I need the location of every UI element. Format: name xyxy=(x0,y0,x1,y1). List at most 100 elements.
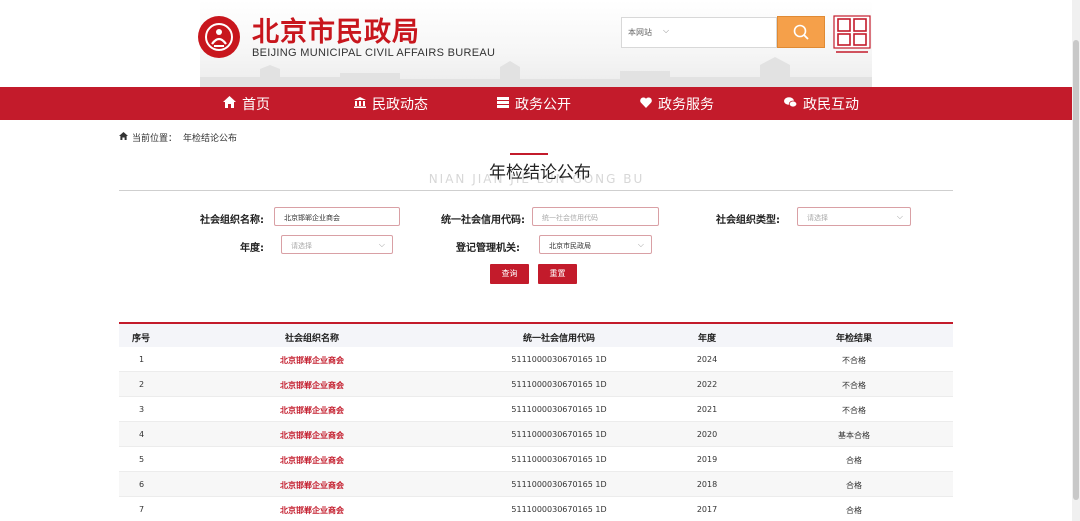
query-button[interactable]: 查询 xyxy=(490,264,529,284)
org-type-select[interactable]: 请选择 ⌵ xyxy=(797,207,911,226)
nav-item-label: 首页 xyxy=(242,96,270,113)
table-header: 序号 社会组织名称 统一社会信用代码 年度 年检结果 xyxy=(119,324,953,347)
row-credit-code: 5111000030670165 1D xyxy=(511,505,607,514)
nav-item-label: 政务服务 xyxy=(658,96,714,113)
main-nav: 首页 民政动态 政务公开 政务服务 政民互动 xyxy=(0,87,1080,120)
page: 北京市民政局 BEIJING MUNICIPAL CIVIL AFFAIRS B… xyxy=(0,0,1080,521)
page-title: 年检结论公布 xyxy=(489,163,591,183)
table-row: 6 北京邯郸企业商会 5111000030670165 1D 2018 合格 xyxy=(119,472,953,497)
row-result: 合格 xyxy=(846,481,862,490)
row-year: 2021 xyxy=(696,405,718,414)
registry-select-value: 北京市民政局 xyxy=(549,242,591,250)
table-row: 1 北京邯郸企业商会 5111000030670165 1D 2024 不合格 xyxy=(119,347,953,372)
row-org-name-link[interactable]: 北京邯郸企业商会 xyxy=(280,430,344,441)
site-header: 北京市民政局 BEIJING MUNICIPAL CIVIL AFFAIRS B… xyxy=(0,0,1080,87)
row-result: 不合格 xyxy=(842,381,866,390)
nav-item-public[interactable]: 政务公开 xyxy=(497,87,571,120)
registry-select[interactable]: 北京市民政局 ⌵ xyxy=(539,235,652,254)
chevron-down-icon: ⌵ xyxy=(378,240,385,249)
bureau-emblem-icon[interactable] xyxy=(198,16,240,58)
column-header-year: 年度 xyxy=(697,334,717,344)
beijing-capital-logo-icon[interactable] xyxy=(832,14,872,56)
row-no: 1 xyxy=(139,355,145,364)
row-year: 2017 xyxy=(696,505,718,514)
row-result: 基本合格 xyxy=(838,431,870,440)
row-no: 4 xyxy=(139,430,145,439)
row-year: 2018 xyxy=(696,480,718,489)
page-scrollbar[interactable] xyxy=(1072,0,1080,521)
column-header-name: 社会组织名称 xyxy=(284,334,340,344)
search-scope-select[interactable]: 本网站 xyxy=(628,27,652,38)
row-result: 不合格 xyxy=(842,406,866,415)
row-year: 2020 xyxy=(696,430,718,439)
search-input[interactable]: 本网站 ⌵ xyxy=(621,17,777,48)
row-result: 合格 xyxy=(846,456,862,465)
row-credit-code: 5111000030670165 1D xyxy=(511,380,607,389)
row-org-name-link[interactable]: 北京邯郸企业商会 xyxy=(280,380,344,391)
title-accent-bar xyxy=(510,153,548,155)
column-header-result: 年检结果 xyxy=(835,334,873,344)
search-button[interactable] xyxy=(777,16,825,48)
row-credit-code: 5111000030670165 1D xyxy=(511,455,607,464)
row-org-name-link[interactable]: 北京邯郸企业商会 xyxy=(280,505,344,516)
table-row: 7 北京邯郸企业商会 5111000030670165 1D 2017 合格 xyxy=(119,497,953,521)
list-icon xyxy=(497,96,509,111)
home-icon xyxy=(223,96,236,111)
row-org-name-link[interactable]: 北京邯郸企业商会 xyxy=(280,405,344,416)
column-header-code: 统一社会信用代码 xyxy=(522,334,596,344)
row-no: 2 xyxy=(139,380,145,389)
nav-item-news[interactable]: 民政动态 xyxy=(354,87,428,120)
row-no: 7 xyxy=(139,505,145,514)
year-select[interactable]: 请选择 ⌵ xyxy=(281,235,393,254)
table-row: 4 北京邯郸企业商会 5111000030670165 1D 2020 基本合格 xyxy=(119,422,953,447)
row-result: 不合格 xyxy=(842,356,866,365)
credit-code-label: 统一社会信用代码: xyxy=(441,215,525,226)
chevron-down-icon: ⌵ xyxy=(896,212,903,221)
row-credit-code: 5111000030670165 1D xyxy=(511,480,607,489)
table-row: 5 北京邯郸企业商会 5111000030670165 1D 2019 合格 xyxy=(119,447,953,472)
title-divider xyxy=(119,190,953,191)
breadcrumb-current[interactable]: 年检结论公布 xyxy=(183,131,237,144)
nav-item-label: 政务公开 xyxy=(515,96,571,113)
scrollbar-thumb[interactable] xyxy=(1073,40,1079,500)
row-year: 2019 xyxy=(696,455,718,464)
row-org-name-link[interactable]: 北京邯郸企业商会 xyxy=(280,355,344,366)
chevron-down-icon: ⌵ xyxy=(663,26,670,35)
credit-code-input[interactable]: 统一社会信用代码 xyxy=(532,207,659,226)
search-icon xyxy=(793,24,809,40)
breadcrumb-prefix: 当前位置： xyxy=(132,134,178,144)
row-credit-code: 5111000030670165 1D xyxy=(511,430,607,439)
row-year: 2022 xyxy=(696,380,718,389)
nav-item-services[interactable]: 政务服务 xyxy=(640,87,714,120)
row-no: 3 xyxy=(139,405,145,414)
org-name-input[interactable]: 北京邯郸企业商会 xyxy=(274,207,400,226)
row-org-name-link[interactable]: 北京邯郸企业商会 xyxy=(280,480,344,491)
row-no: 5 xyxy=(139,455,145,464)
row-result: 合格 xyxy=(846,506,862,515)
nav-item-interaction[interactable]: 政民互动 xyxy=(784,87,859,120)
table-row: 3 北京邯郸企业商会 5111000030670165 1D 2021 不合格 xyxy=(119,397,953,422)
reset-button[interactable]: 重置 xyxy=(538,264,577,284)
site-title[interactable]: 北京市民政局 xyxy=(252,10,420,49)
year-select-value: 请选择 xyxy=(291,242,312,250)
heart-icon xyxy=(640,96,652,111)
row-no: 6 xyxy=(139,480,145,489)
breadcrumb: 当前位置： 年检结论公布 xyxy=(119,131,237,144)
table-row: 2 北京邯郸企业商会 5111000030670165 1D 2022 不合格 xyxy=(119,372,953,397)
site-title-en: BEIJING MUNICIPAL CIVIL AFFAIRS BUREAU xyxy=(252,47,496,59)
row-credit-code: 5111000030670165 1D xyxy=(511,405,607,414)
home-icon[interactable] xyxy=(119,132,128,143)
column-header-no: 序号 xyxy=(131,334,151,344)
registry-label: 登记管理机关: xyxy=(456,243,520,254)
chevron-down-icon: ⌵ xyxy=(637,240,644,249)
row-org-name-link[interactable]: 北京邯郸企业商会 xyxy=(280,455,344,466)
year-label: 年度: xyxy=(240,243,264,254)
chat-icon xyxy=(784,96,798,111)
nav-item-home[interactable]: 首页 xyxy=(223,87,270,120)
org-type-select-value: 请选择 xyxy=(807,214,828,222)
org-type-label: 社会组织类型: xyxy=(716,215,780,226)
row-credit-code: 5111000030670165 1D xyxy=(511,355,607,364)
nav-item-label: 民政动态 xyxy=(372,96,428,113)
org-name-label: 社会组织名称: xyxy=(200,215,264,226)
building-icon xyxy=(354,96,366,111)
